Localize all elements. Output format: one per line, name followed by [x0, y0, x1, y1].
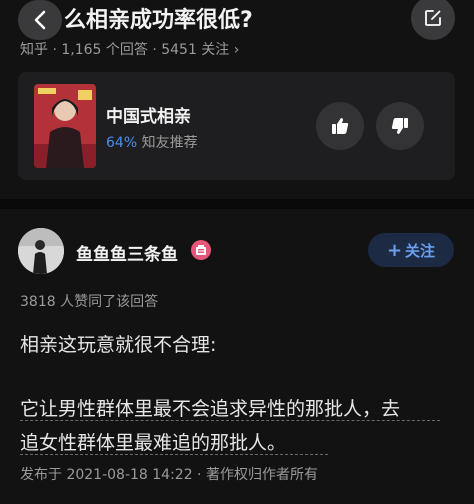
- follow-button[interactable]: + 关注: [368, 233, 454, 267]
- upvote-button[interactable]: [316, 102, 364, 150]
- answer-paragraph-line: 它让男性群体里最不会追求异性的那批人，去: [20, 398, 401, 420]
- highlight-underline: [20, 420, 440, 421]
- highlight-underline: [20, 454, 328, 455]
- book-card[interactable]: 中国式相亲 64% 知友推荐: [18, 72, 455, 180]
- downvote-button[interactable]: [376, 102, 424, 150]
- author-name[interactable]: 鱼鱼鱼三条鱼: [76, 240, 178, 265]
- back-button[interactable]: [18, 0, 62, 40]
- author-avatar[interactable]: [18, 228, 64, 274]
- edit-icon: [425, 10, 441, 26]
- recommend-percent: 64%: [106, 135, 138, 151]
- plus-icon: +: [386, 239, 403, 261]
- follow-label: 关注: [405, 241, 436, 260]
- member-badge-icon: [191, 240, 211, 260]
- recommend-label: 知友推荐: [141, 135, 198, 151]
- edit-button[interactable]: [411, 0, 455, 40]
- agree-count: 3818 人赞同了该回答: [20, 294, 159, 310]
- book-title: 中国式相亲: [106, 107, 191, 127]
- thumbs-down-icon: [391, 118, 408, 134]
- book-cover-image: [34, 84, 96, 168]
- question-title[interactable]: 么相亲成功率很低?: [64, 2, 253, 34]
- question-meta[interactable]: 知乎 · 1,165 个回答 · 5451 关注 ›: [20, 39, 239, 59]
- section-divider: [0, 199, 474, 209]
- book-recommend: 64% 知友推荐: [106, 132, 198, 152]
- answer-footer: 发布于 2021-08-18 14:22 · 著作权归作者所有: [20, 467, 318, 483]
- thumbs-up-icon: [332, 118, 349, 134]
- answer-paragraph: 相亲这玩意就很不合理:: [20, 334, 217, 356]
- chevron-left-icon: [34, 10, 46, 30]
- answer-paragraph-line: 追女性群体里最难追的那批人。: [20, 432, 287, 454]
- top-bar: 么相亲成功率很低?: [0, 0, 474, 40]
